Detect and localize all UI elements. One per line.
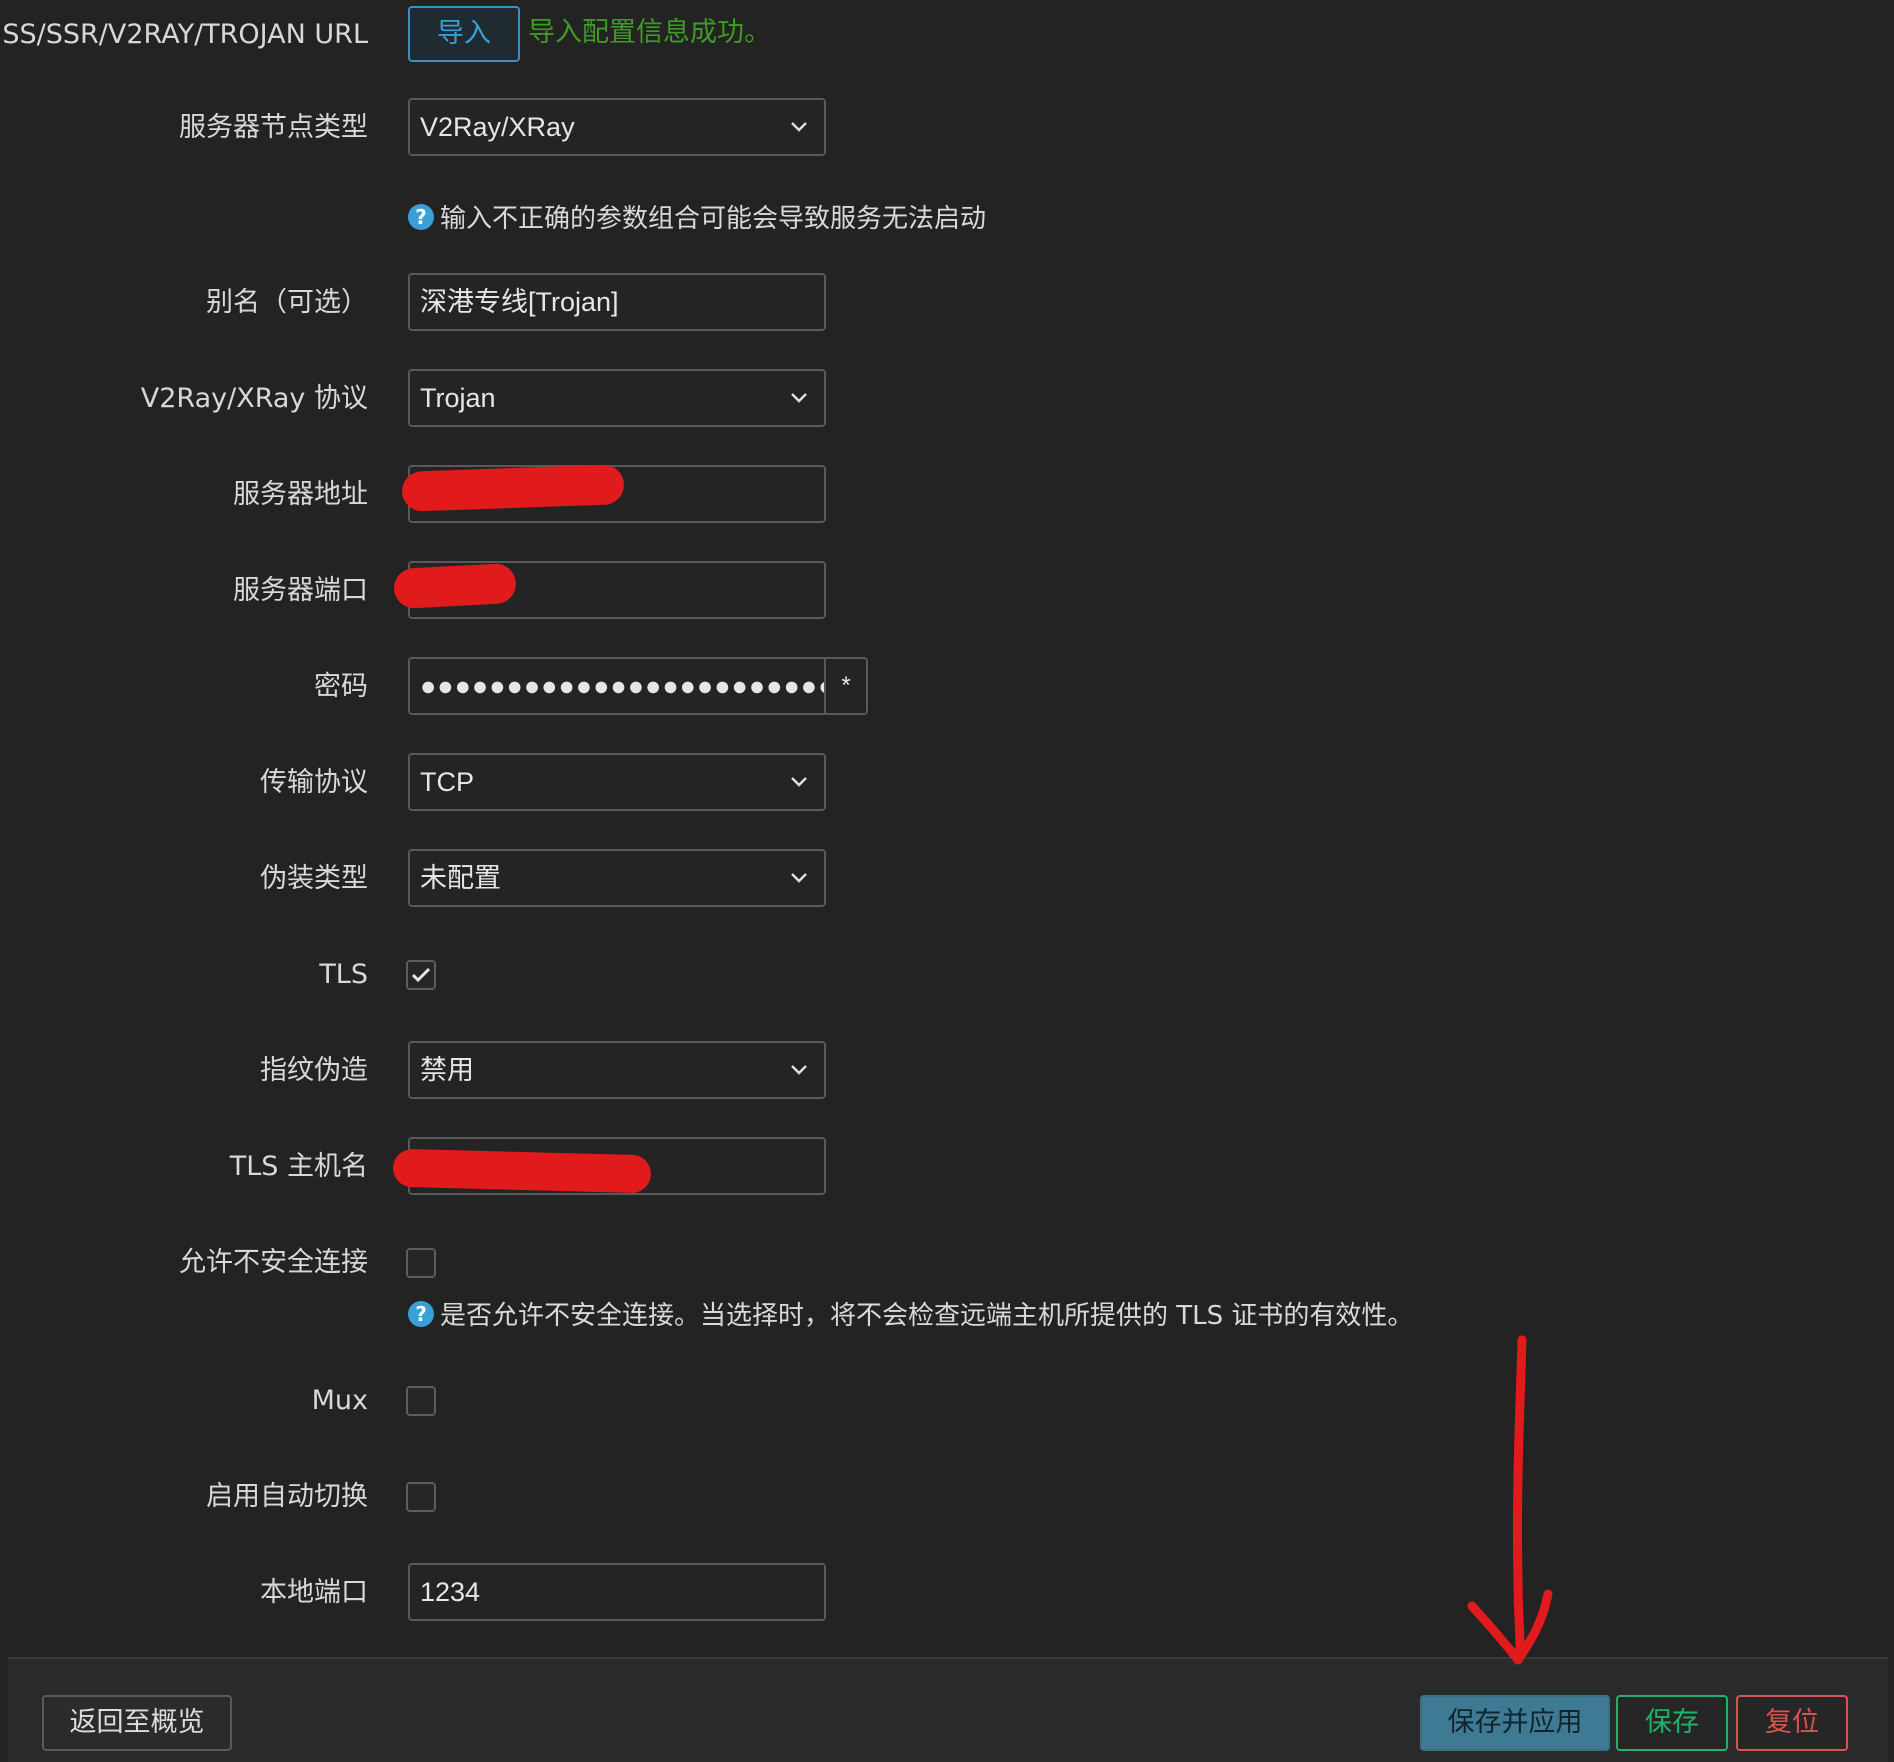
auto-switch-label: 启用自动切换 [206,1481,368,1512]
server-address-label: 服务器地址 [233,479,368,510]
arrow-down-annotation [1467,1335,1553,1665]
tls-host-label: TLS 主机名 [229,1151,368,1182]
protocol-label: V2Ray/XRay 协议 [140,383,368,414]
import-button[interactable]: 导入 [408,6,520,62]
tls-label: TLS [319,959,368,990]
auto-switch-checkbox[interactable] [406,1482,436,1512]
node-config-page: SS/SSR/V2RAY/TROJAN URL 导入 导入配置信息成功。 服务器… [0,0,1894,1762]
reset-button[interactable]: 复位 [1736,1695,1848,1751]
transport-label: 传输协议 [260,767,368,798]
server-node-type-label: 服务器节点类型 [179,112,368,143]
import-url-label: SS/SSR/V2RAY/TROJAN URL [2,19,368,50]
import-status-text: 导入配置信息成功。 [528,17,771,48]
password-reveal-button[interactable]: * [824,657,868,715]
chevron-down-icon [791,777,807,787]
fingerprint-label: 指纹伪造 [260,1055,368,1086]
password-input[interactable]: ●●●●●●●●●●●●●●●●●●●●●●●●●● [408,657,826,715]
redaction-mark [392,1148,652,1194]
help-icon: ? [408,1301,434,1327]
chevron-down-icon [791,1065,807,1075]
hint-invalid-params: ? 输入不正确的参数组合可能会导致服务无法启动 [408,203,986,235]
protocol-select[interactable]: Trojan [408,369,826,427]
chevron-down-icon [791,393,807,403]
chevron-down-icon [791,873,807,883]
alias-label: 别名（可选） [206,287,368,318]
save-button[interactable]: 保存 [1616,1695,1728,1751]
hint-invalid-params-text: 输入不正确的参数组合可能会导致服务无法启动 [440,204,987,234]
disguise-type-value: 未配置 [420,863,501,893]
server-port-label: 服务器端口 [233,575,368,606]
transport-select[interactable]: TCP [408,753,826,811]
redaction-mark [401,464,625,512]
fingerprint-select[interactable]: 禁用 [408,1041,826,1099]
tls-checkbox[interactable] [406,960,436,990]
back-to-overview-button[interactable]: 返回至概览 [42,1695,232,1751]
local-port-input[interactable]: 1234 [408,1563,826,1621]
transport-value: TCP [420,767,474,797]
check-icon [411,967,431,983]
fingerprint-value: 禁用 [420,1055,474,1085]
hint-insecure: ? 是否允许不安全连接。当选择时，将不会检查远端主机所提供的 TLS 证书的有效性… [408,1300,1413,1332]
hint-insecure-text: 是否允许不安全连接。当选择时，将不会检查远端主机所提供的 TLS 证书的有效性。 [440,1301,1414,1331]
server-node-type-select[interactable]: V2Ray/XRay [408,98,826,156]
mux-label: Mux [311,1385,368,1416]
server-node-type-value: V2Ray/XRay [420,112,575,142]
password-label: 密码 [314,671,368,702]
insecure-checkbox[interactable] [406,1248,436,1278]
mux-checkbox[interactable] [406,1386,436,1416]
redaction-mark [393,562,517,610]
insecure-label: 允许不安全连接 [179,1247,368,1278]
local-port-label: 本地端口 [260,1577,368,1608]
alias-input[interactable]: 深港专线[Trojan] [408,273,826,331]
save-apply-button[interactable]: 保存并应用 [1420,1695,1610,1751]
disguise-type-label: 伪装类型 [260,863,368,894]
help-icon: ? [408,204,434,230]
protocol-value: Trojan [420,383,496,413]
chevron-down-icon [791,122,807,132]
disguise-type-select[interactable]: 未配置 [408,849,826,907]
